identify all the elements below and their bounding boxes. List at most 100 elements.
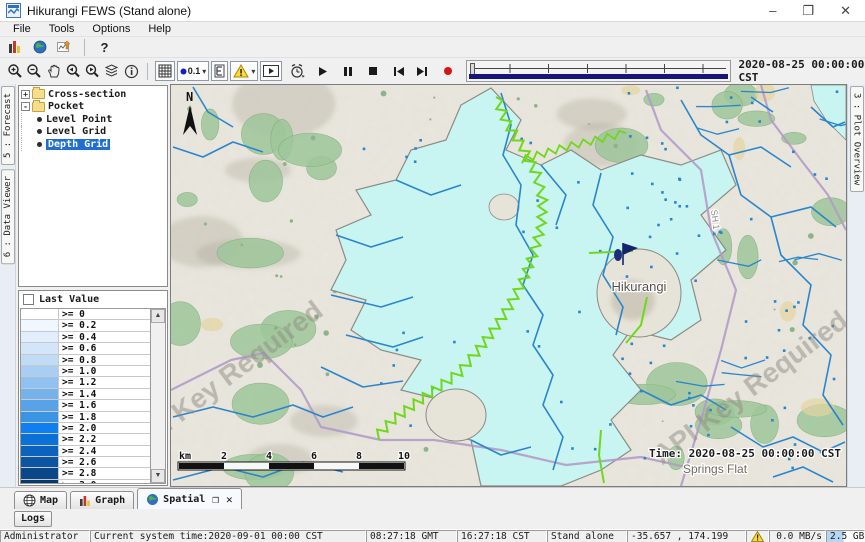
status-memory: 2.5 GB [826,530,865,542]
time-slider-track [471,68,725,69]
pan-icon[interactable] [45,61,62,82]
menu-help[interactable]: Help [141,23,178,35]
tree-item-level-point[interactable]: Level Point [21,113,167,126]
status-mode: Stand alone [547,530,627,542]
globe-icon[interactable] [29,37,50,58]
legend-row: >= 2.2 [21,434,150,445]
legend-row: >= 2.8 [21,468,150,479]
svg-text:4: 4 [266,451,272,462]
tab-close-icon[interactable]: ✕ [226,493,233,506]
logs-row: Logs [0,509,865,529]
tab-forecast[interactable]: 5 : Forecast [1,86,15,165]
tree-item-label: Pocket [48,101,84,112]
legend-color-swatch [21,320,59,330]
legend-color-swatch [21,412,59,422]
zoom-previous-icon[interactable] [64,61,81,82]
legend-row: >= 0 [21,309,150,320]
legend-threshold-label: >= 3.0 [59,480,150,483]
animation-icon[interactable] [260,61,282,81]
zoom-next-icon[interactable] [84,61,101,82]
svg-text:N: N [186,90,193,104]
time-slider[interactable] [466,60,730,82]
legend-table: >= 0>= 0.2>= 0.4>= 0.6>= 0.8>= 1.0>= 1.2… [20,308,166,484]
zoom-out-icon[interactable] [25,61,42,82]
scroll-up-icon[interactable]: ▲ [151,309,165,323]
tree-connector [21,126,35,139]
legend-row: >= 0.2 [21,320,150,331]
node-bullet-icon [37,129,42,134]
record-icon[interactable] [439,61,456,82]
legend-threshold-label: >= 0.8 [59,355,150,365]
legend-scrollbar[interactable]: ▲ ▼ [150,309,165,483]
legend-threshold-label: >= 2.2 [59,434,150,444]
legend-threshold-label: >= 1.2 [59,377,150,387]
legend-color-swatch [21,343,59,353]
grid-display-icon[interactable] [155,61,175,81]
legend-row: >= 1.0 [21,366,150,377]
globe-icon [146,493,159,506]
legend-color-swatch [21,309,59,319]
help-icon[interactable]: ? [94,37,115,58]
legend-color-swatch [21,332,59,342]
minimize-button[interactable]: – [769,1,776,21]
tab-maximize-icon[interactable]: ❒ [212,493,219,506]
legend-threshold-label: >= 0.6 [59,343,150,353]
legend-row: >= 2.6 [21,457,150,468]
menu-file[interactable]: File [6,23,38,35]
legend-threshold-label: >= 1.4 [59,389,150,399]
legend-row: >= 1.6 [21,400,150,411]
spatial-display-icon[interactable] [54,37,75,58]
layers-icon[interactable] [103,61,120,82]
pause-icon[interactable] [339,61,356,82]
logs-button[interactable]: Logs [14,511,52,527]
toolbar-separator [147,63,148,80]
close-button[interactable]: ✕ [840,1,851,21]
thresholds-dropdown[interactable]: ▾ [230,61,258,81]
menu-tools[interactable]: Tools [42,23,82,35]
tab-map[interactable]: Map [14,491,67,509]
collapse-icon[interactable]: - [21,102,30,111]
legend-color-swatch [21,480,59,483]
tree-item-cross-section[interactable]: +Cross-section [21,88,167,101]
map-toolbar: 0.1 ▾ ▾ 2020-08-25 00:00:00 CST [0,58,865,84]
folder-icon [32,102,45,112]
legend-color-swatch [21,355,59,365]
legend-color-swatch [21,377,59,387]
right-tab-strip: 3 : Plot Overview [847,84,865,487]
menu-options[interactable]: Options [85,23,137,35]
legend-color-swatch [21,366,59,376]
status-local-time: 16:27:18 CST [457,530,547,542]
explorer-chart-icon[interactable] [4,37,25,58]
skip-to-start-icon[interactable] [390,61,407,82]
map-canvas[interactable]: API Key Required API Key Required Hikura… [171,85,846,486]
scroll-down-icon[interactable]: ▼ [151,469,165,483]
tree-item-pocket[interactable]: - Pocket [21,101,167,114]
longitudinal-profile-icon[interactable] [211,61,228,81]
legend-threshold-label: >= 1.8 [59,412,150,422]
last-value-checkbox[interactable] [23,294,34,305]
skip-to-end-icon[interactable] [413,61,430,82]
expand-icon[interactable]: + [21,90,30,99]
tab-data-viewer[interactable]: 6 : Data Viewer [1,169,15,264]
svg-text:km: km [179,451,191,462]
time-slider-range-bar [469,74,727,79]
status-warning-icon[interactable] [746,530,769,542]
contour-interval-value: 0.1 [188,66,201,76]
zoom-in-icon[interactable] [6,61,23,82]
tree-item-level-grid[interactable]: Level Grid [21,126,167,139]
svg-text:6: 6 [311,451,317,462]
map-view[interactable]: API Key Required API Key Required Hikura… [170,84,847,487]
info-icon[interactable] [123,61,140,82]
legend-row: >= 1.2 [21,377,150,388]
svg-text:8: 8 [356,451,362,462]
stop-icon[interactable] [365,61,382,82]
legend-row: >= 0.6 [21,343,150,354]
tab-plot-overview[interactable]: 3 : Plot Overview [850,86,864,192]
maximize-button[interactable]: ❒ [802,1,814,21]
tab-graph[interactable]: Graph [70,491,134,509]
tree-item-depth-grid[interactable]: Depth Grid [21,138,167,151]
contour-interval-dropdown[interactable]: 0.1 ▾ [177,61,210,81]
tab-spatial[interactable]: Spatial ❒ ✕ [137,488,241,509]
time-settings-icon[interactable] [288,61,305,82]
play-icon[interactable] [314,61,331,82]
